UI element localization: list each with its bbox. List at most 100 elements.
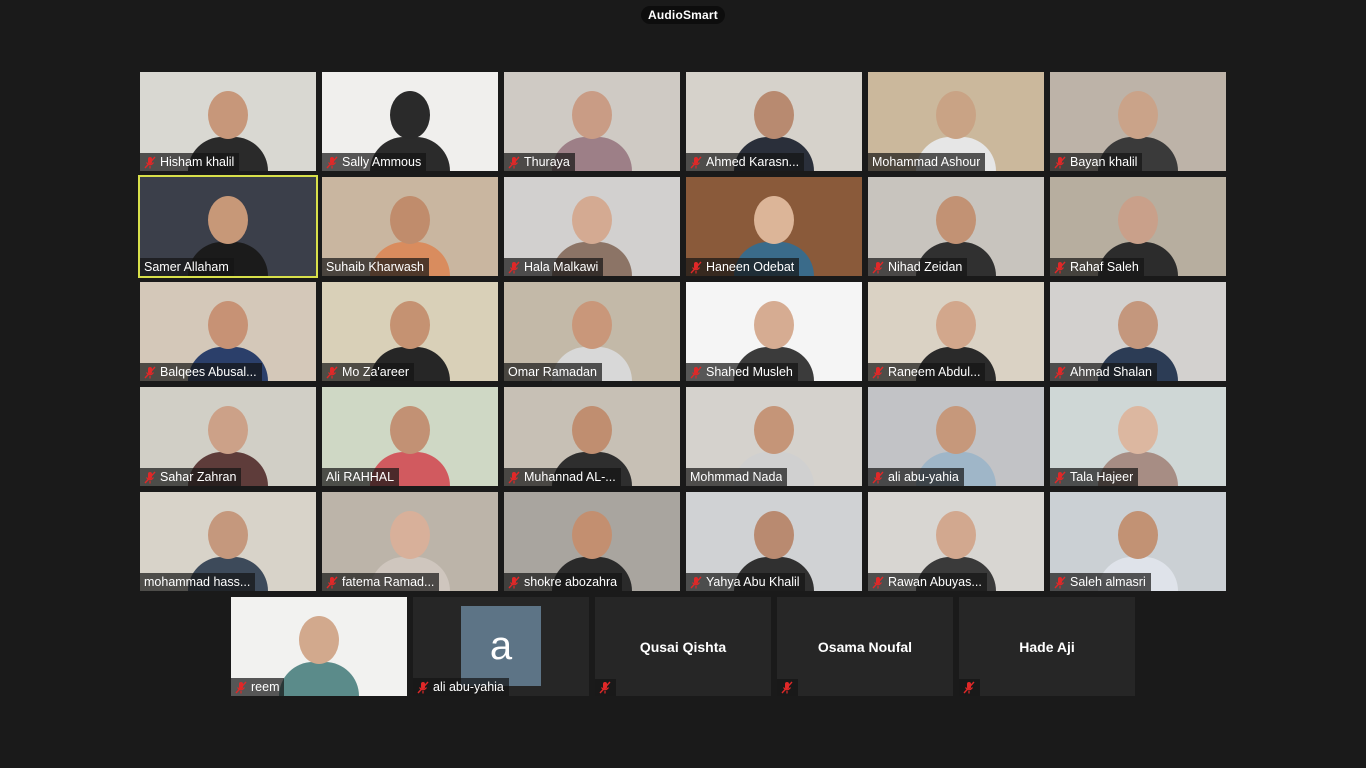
participant-tile[interactable]: mohammad hass... bbox=[140, 492, 316, 591]
participant-tile[interactable]: fatema Ramad... bbox=[322, 492, 498, 591]
participant-name-tag: Haneen Odebat bbox=[686, 258, 800, 276]
muted-mic-icon bbox=[326, 156, 338, 168]
participant-display-name: Osama Noufal bbox=[817, 638, 913, 655]
participant-tile[interactable]: Mohmmad Nada bbox=[686, 387, 862, 486]
participant-tile[interactable]: Haneen Odebat bbox=[686, 177, 862, 276]
muted-mic-icon bbox=[963, 681, 975, 694]
participant-tile[interactable]: Hala Malkawi bbox=[504, 177, 680, 276]
participant-name-tag: Hisham khalil bbox=[140, 153, 240, 171]
participant-name-tag: Saleh almasri bbox=[1050, 573, 1151, 591]
participant-name: Raneem Abdul... bbox=[888, 365, 981, 379]
participant-tile[interactable]: a ali abu-yahia bbox=[413, 597, 589, 696]
participant-name: Tala Hajeer bbox=[1070, 470, 1134, 484]
participant-tile[interactable]: Yahya Abu Khalil bbox=[686, 492, 862, 591]
participant-name: shokre abozahra bbox=[524, 575, 618, 589]
participant-tile[interactable]: Mo Za'areer bbox=[322, 282, 498, 381]
participant-name-tag: Mo Za'areer bbox=[322, 363, 414, 381]
participant-tile[interactable]: Omar Ramadan bbox=[504, 282, 680, 381]
participant-display-name: Hade Aji bbox=[1019, 638, 1075, 655]
participant-name-tag: Bayan khalil bbox=[1050, 153, 1143, 171]
participant-name: Rahaf Saleh bbox=[1070, 260, 1139, 274]
participant-tile[interactable]: Shahed Musleh bbox=[686, 282, 862, 381]
muted-mic-icon bbox=[872, 261, 884, 273]
participant-tile[interactable]: Raneem Abdul... bbox=[868, 282, 1044, 381]
participant-tile[interactable]: ali abu-yahia bbox=[868, 387, 1044, 486]
participant-tile[interactable]: Bayan khalil bbox=[1050, 72, 1226, 171]
muted-mic-icon bbox=[508, 576, 520, 588]
participant-grid: Hisham khalil Sally Ammous Thuraya Ahmed Ka… bbox=[138, 72, 1226, 591]
participant-tile[interactable]: Hade Aji bbox=[959, 597, 1135, 696]
participant-tile[interactable]: Tala Hajeer bbox=[1050, 387, 1226, 486]
muted-mic-icon bbox=[508, 471, 520, 483]
participant-name-tag: Muhannad AL-... bbox=[504, 468, 621, 486]
muted-mic-icon bbox=[1054, 156, 1066, 168]
app-title-badge[interactable]: AudioSmart bbox=[640, 6, 726, 24]
participant-tile[interactable]: Thuraya bbox=[504, 72, 680, 171]
participant-name: Shahed Musleh bbox=[706, 365, 793, 379]
participant-tile[interactable]: Muhannad AL-... bbox=[504, 387, 680, 486]
participant-name-tag: Hala Malkawi bbox=[504, 258, 604, 276]
muted-mic-icon bbox=[144, 366, 156, 378]
participant-name: Muhannad AL-... bbox=[524, 470, 616, 484]
participant-tile[interactable]: Rawan Abuyas... bbox=[868, 492, 1044, 591]
muted-mic-icon bbox=[144, 471, 156, 483]
participant-tile[interactable]: Hisham khalil bbox=[140, 72, 316, 171]
participant-name-tag: Nihad Zeidan bbox=[868, 258, 968, 276]
avatar: a bbox=[461, 606, 541, 686]
muted-mic-icon bbox=[1054, 261, 1066, 273]
participant-name: Mohammad Ashour bbox=[872, 155, 981, 169]
participant-name-tag: Mohmmad Nada bbox=[686, 468, 788, 486]
participant-tile[interactable]: Sahar Zahran bbox=[140, 387, 316, 486]
participant-grid-bottom-row: reem a ali abu-yahia Qusai Qishta Osama Nouf… bbox=[231, 597, 1135, 696]
participant-name: reem bbox=[251, 680, 280, 694]
participant-name: Thuraya bbox=[524, 155, 570, 169]
muted-mic-icon bbox=[690, 261, 702, 273]
participant-tile[interactable]: Rahaf Saleh bbox=[1050, 177, 1226, 276]
participant-tile[interactable]: Samer Allaham bbox=[138, 175, 318, 278]
participant-name: Samer Allaham bbox=[144, 260, 229, 274]
participant-name: Hala Malkawi bbox=[524, 260, 599, 274]
participant-name: Mohmmad Nada bbox=[690, 470, 783, 484]
muted-mic-icon bbox=[872, 471, 884, 483]
participant-name: Rawan Abuyas... bbox=[888, 575, 982, 589]
participant-name-tag: Tala Hajeer bbox=[1050, 468, 1139, 486]
participant-name-tag: fatema Ramad... bbox=[322, 573, 440, 591]
participant-name-tag: Mohammad Ashour bbox=[868, 153, 986, 171]
avatar-letter: a bbox=[489, 624, 513, 668]
participant-name-tag: ali abu-yahia bbox=[868, 468, 964, 486]
participant-name-tag bbox=[959, 679, 980, 696]
muted-mic-icon bbox=[508, 261, 520, 273]
participant-name: Bayan khalil bbox=[1070, 155, 1138, 169]
participant-name-tag: Sahar Zahran bbox=[140, 468, 242, 486]
participant-tile[interactable]: Mohammad Ashour bbox=[868, 72, 1044, 171]
participant-name: Sahar Zahran bbox=[160, 470, 237, 484]
participant-name-tag: Balqees Abusal... bbox=[140, 363, 262, 381]
participant-tile[interactable]: Ali RAHHAL bbox=[322, 387, 498, 486]
participant-tile[interactable]: Suhaib Kharwash bbox=[322, 177, 498, 276]
participant-tile[interactable]: Nihad Zeidan bbox=[868, 177, 1044, 276]
participant-name: Omar Ramadan bbox=[508, 365, 597, 379]
muted-mic-icon bbox=[1054, 576, 1066, 588]
participant-display-name: Qusai Qishta bbox=[639, 638, 727, 655]
participant-name: Ahmad Shalan bbox=[1070, 365, 1153, 379]
participant-tile[interactable]: reem bbox=[231, 597, 407, 696]
muted-mic-icon bbox=[326, 576, 338, 588]
participant-tile[interactable]: Qusai Qishta bbox=[595, 597, 771, 696]
participant-name-tag: Yahya Abu Khalil bbox=[686, 573, 805, 591]
participant-name: Yahya Abu Khalil bbox=[706, 575, 800, 589]
participant-name: Hisham khalil bbox=[160, 155, 235, 169]
participant-tile[interactable]: shokre abozahra bbox=[504, 492, 680, 591]
participant-name-tag: Shahed Musleh bbox=[686, 363, 798, 381]
participant-name: ali abu-yahia bbox=[888, 470, 959, 484]
participant-name-tag: Rawan Abuyas... bbox=[868, 573, 987, 591]
participant-name: Mo Za'areer bbox=[342, 365, 409, 379]
participant-tile[interactable]: Ahmad Shalan bbox=[1050, 282, 1226, 381]
participant-silhouette bbox=[279, 606, 359, 696]
muted-mic-icon bbox=[326, 366, 338, 378]
participant-tile[interactable]: Osama Noufal bbox=[777, 597, 953, 696]
participant-tile[interactable]: Sally Ammous bbox=[322, 72, 498, 171]
participant-tile[interactable]: Ahmed Karasn... bbox=[686, 72, 862, 171]
participant-tile[interactable]: Saleh almasri bbox=[1050, 492, 1226, 591]
participant-name: Suhaib Kharwash bbox=[326, 260, 424, 274]
participant-tile[interactable]: Balqees Abusal... bbox=[140, 282, 316, 381]
